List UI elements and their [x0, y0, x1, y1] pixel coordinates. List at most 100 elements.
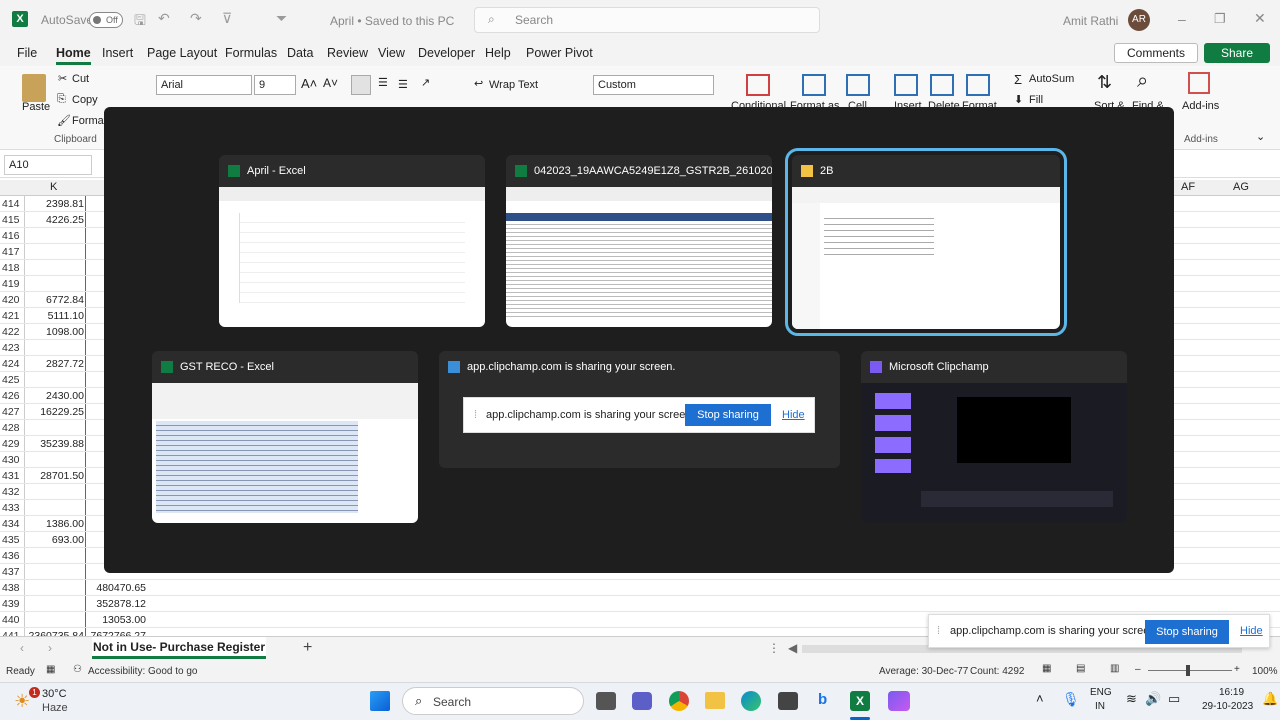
window-card-sharing-notice[interactable]: app.clipchamp.com is sharing your screen…: [439, 351, 840, 468]
scroll-tabs-left-icon[interactable]: ‹: [20, 641, 24, 655]
conditional-formatting-icon[interactable]: [746, 74, 770, 96]
add-sheet-button[interactable]: +: [303, 639, 312, 657]
row-header[interactable]: 430: [0, 452, 24, 468]
autosave-toggle[interactable]: Off: [89, 12, 123, 28]
cell-k[interactable]: 2430.00: [24, 388, 84, 404]
macro-record-icon[interactable]: ▦: [46, 664, 55, 675]
search-input[interactable]: Search: [474, 7, 820, 33]
row-header[interactable]: 417: [0, 244, 24, 260]
page-layout-view-icon[interactable]: ▤: [1076, 663, 1085, 674]
add-ins-button[interactable]: Add-ins: [1182, 100, 1219, 112]
close-icon[interactable]: ✕: [1254, 10, 1266, 27]
tab-review[interactable]: Review: [327, 46, 368, 60]
format-cells-icon[interactable]: [966, 74, 990, 96]
find-select-icon[interactable]: ⌕: [1137, 70, 1148, 93]
cell-styles-icon[interactable]: [846, 74, 870, 96]
store-icon[interactable]: [778, 692, 798, 710]
tab-help[interactable]: Help: [485, 46, 511, 60]
cell-l[interactable]: 352878.12: [86, 596, 146, 612]
window-card-clipchamp[interactable]: Microsoft Clipchamp: [861, 351, 1127, 523]
cell-k[interactable]: [24, 500, 84, 516]
row-header[interactable]: 414: [0, 196, 24, 212]
scroll-left-icon[interactable]: ◀: [788, 641, 797, 655]
notifications-icon[interactable]: 🔔: [1262, 691, 1278, 707]
language-secondary[interactable]: IN: [1095, 701, 1105, 712]
cell-k[interactable]: 16229.25: [24, 404, 84, 420]
row-header[interactable]: 424: [0, 356, 24, 372]
cell-k[interactable]: 2398.81: [24, 196, 84, 212]
zoom-out-icon[interactable]: –: [1135, 664, 1141, 675]
align-center-icon[interactable]: ☰: [378, 76, 388, 89]
excel-taskbar-icon[interactable]: X: [850, 691, 870, 711]
font-name-select[interactable]: Arial: [156, 75, 252, 95]
clipchamp-taskbar-icon[interactable]: [888, 691, 910, 711]
zoom-level[interactable]: 100%: [1252, 666, 1278, 677]
battery-icon[interactable]: ▭: [1168, 691, 1180, 707]
tab-home[interactable]: Home: [56, 46, 91, 65]
weather-temp[interactable]: 30°C: [42, 688, 67, 700]
cell-l[interactable]: 480470.65: [86, 580, 146, 596]
tab-view[interactable]: View: [378, 46, 405, 60]
zoom-slider[interactable]: [1148, 670, 1232, 671]
tab-developer[interactable]: Developer: [418, 46, 475, 60]
normal-view-icon[interactable]: ▦: [1042, 663, 1051, 674]
tab-data[interactable]: Data: [287, 46, 313, 60]
task-view-icon[interactable]: [596, 692, 616, 710]
scroll-tabs-right-icon[interactable]: ›: [48, 641, 52, 655]
minimize-icon[interactable]: –: [1178, 11, 1186, 27]
format-as-table-icon[interactable]: [802, 74, 826, 96]
clock-time[interactable]: 16:19: [1219, 687, 1244, 698]
show-hidden-icons[interactable]: ˄: [1036, 691, 1044, 706]
wifi-icon[interactable]: ≋: [1126, 691, 1137, 707]
cell-k[interactable]: [24, 596, 84, 612]
table-row[interactable]: 438 480470.65: [0, 580, 1280, 596]
tab-power-pivot[interactable]: Power Pivot: [526, 46, 593, 60]
orientation-icon[interactable]: ↗: [421, 76, 430, 89]
fill-icon[interactable]: ⬇: [1014, 93, 1023, 106]
column-header-af[interactable]: AF: [1181, 181, 1195, 193]
volume-icon[interactable]: 🔊: [1145, 691, 1161, 707]
cell-k[interactable]: 1386.00: [24, 516, 84, 532]
collapse-ribbon-icon[interactable]: ⌄: [1256, 130, 1265, 143]
language-primary[interactable]: ENG: [1090, 687, 1112, 698]
cell-k[interactable]: [24, 420, 84, 436]
row-header[interactable]: 423: [0, 340, 24, 356]
redo-icon[interactable]: ↷: [190, 10, 202, 27]
cell-k[interactable]: 2827.72: [24, 356, 84, 372]
window-card-april-excel[interactable]: April - Excel: [219, 155, 485, 327]
hide-link[interactable]: Hide: [1240, 625, 1263, 637]
window-card-gstr2b[interactable]: 042023_19AAWCA5249E1Z8_GSTR2B_26102023 (…: [506, 155, 772, 327]
hide-link[interactable]: Hide: [782, 409, 805, 421]
row-header[interactable]: 422: [0, 324, 24, 340]
chrome-icon[interactable]: [669, 691, 689, 711]
cell-k[interactable]: [24, 564, 84, 580]
row-header[interactable]: 421: [0, 308, 24, 324]
page-break-view-icon[interactable]: ▥: [1110, 663, 1119, 674]
cut-icon[interactable]: ✂: [58, 72, 67, 85]
weather-condition[interactable]: Haze: [42, 702, 68, 714]
tab-file[interactable]: File: [17, 46, 37, 60]
more-options-icon[interactable]: ⋮: [768, 641, 780, 655]
row-header[interactable]: 441: [0, 628, 24, 636]
edge-icon[interactable]: [741, 691, 761, 711]
funnel-icon[interactable]: ⏷: [276, 10, 287, 27]
cell-k[interactable]: 6772.84: [24, 292, 84, 308]
taskbar-search[interactable]: ⌕ Search: [402, 687, 584, 715]
cell-k[interactable]: 4226.25: [24, 212, 84, 228]
tab-insert[interactable]: Insert: [102, 46, 133, 60]
sort-filter-icon[interactable]: ⇅: [1097, 72, 1112, 93]
row-header[interactable]: 420: [0, 292, 24, 308]
bing-icon[interactable]: b: [818, 691, 827, 708]
window-card-2b-folder[interactable]: 2B: [785, 148, 1067, 336]
row-header[interactable]: 429: [0, 436, 24, 452]
zoom-slider-thumb[interactable]: [1186, 665, 1190, 676]
start-icon[interactable]: [370, 691, 390, 711]
delete-cells-icon[interactable]: [930, 74, 954, 96]
cell-k[interactable]: [24, 244, 84, 260]
comments-button[interactable]: Comments: [1114, 43, 1198, 63]
row-header[interactable]: 425: [0, 372, 24, 388]
accessibility-icon[interactable]: ⚇: [73, 664, 82, 675]
format-painter-button[interactable]: Format: [72, 115, 107, 127]
cell-l[interactable]: 7672766.27: [86, 628, 146, 636]
weather-icon[interactable]: ☀: [14, 691, 30, 712]
